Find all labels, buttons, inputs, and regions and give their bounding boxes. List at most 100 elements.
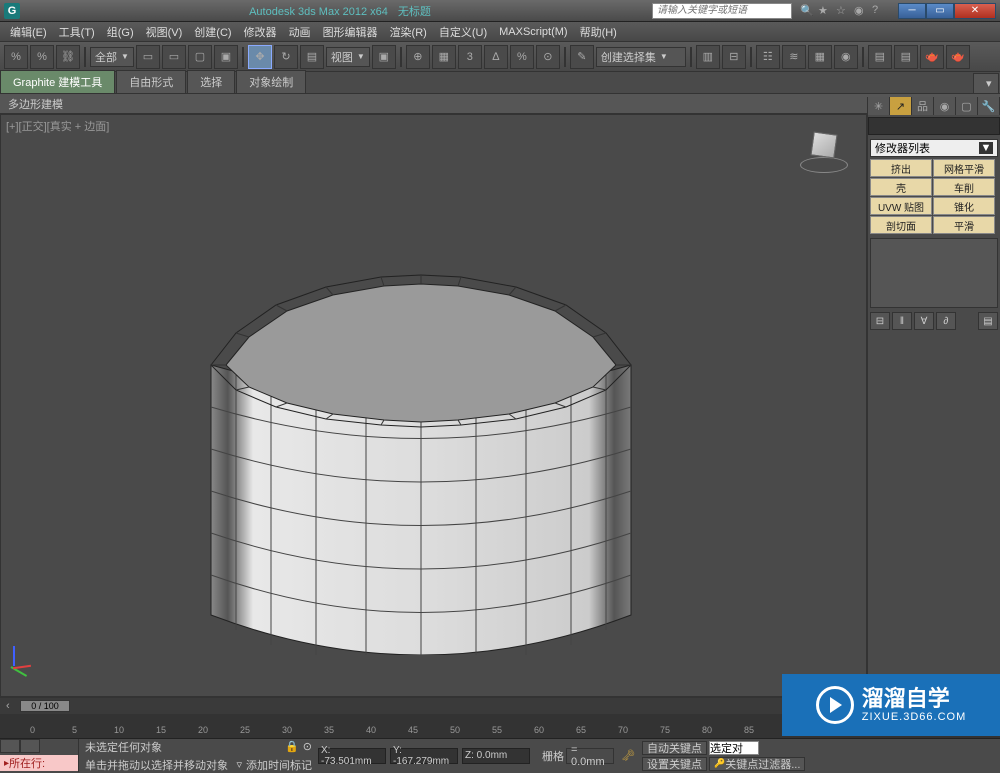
refcoord-dropdown[interactable]: 视图▼ <box>326 47 370 67</box>
keyfilter-button[interactable]: 🔑 关键点过滤器... <box>709 757 805 771</box>
render-setup-tool[interactable]: ▤ <box>868 45 892 69</box>
modify-panel-tab[interactable]: ↗ <box>890 97 912 115</box>
unique-button[interactable]: ∀ <box>914 312 934 330</box>
mirror-tool[interactable]: ▥ <box>696 45 720 69</box>
mod-smooth[interactable]: 平滑 <box>933 216 995 234</box>
mod-taper[interactable]: 锥化 <box>933 197 995 215</box>
isolation-icon[interactable]: ⊙ <box>303 740 312 753</box>
tab-graphite[interactable]: Graphite 建模工具 <box>0 70 115 93</box>
menu-group[interactable]: 组(G) <box>101 22 140 42</box>
renderframe-tool[interactable]: ▤ <box>894 45 918 69</box>
tab-selection[interactable]: 选择 <box>187 70 235 93</box>
render-tool[interactable]: 🫖 <box>920 45 944 69</box>
menu-tools[interactable]: 工具(T) <box>53 22 101 42</box>
snap-tool[interactable]: 3 <box>458 45 482 69</box>
utilities-panel-tab[interactable]: 🔧 <box>978 97 1000 115</box>
layers-tool[interactable]: ☷ <box>756 45 780 69</box>
menu-view[interactable]: 视图(V) <box>140 22 189 42</box>
mod-meshsmooth[interactable]: 网格平滑 <box>933 159 995 177</box>
tab-objectpaint[interactable]: 对象绘制 <box>236 70 306 93</box>
keyboard-tool[interactable]: ▦ <box>432 45 456 69</box>
add-time-tag[interactable]: 添加时间标记 <box>246 757 312 773</box>
manipulate-tool[interactable]: ⊕ <box>406 45 430 69</box>
keyfilter-selset[interactable] <box>709 741 759 755</box>
align-tool[interactable]: ⊟ <box>722 45 746 69</box>
menu-customize[interactable]: 自定义(U) <box>433 22 493 42</box>
lock-icon[interactable]: 🔒 <box>285 740 299 753</box>
modifier-stack[interactable] <box>870 238 998 308</box>
menu-animation[interactable]: 动画 <box>283 22 317 42</box>
macro-recorder-label[interactable]: ▸ 所在行: <box>0 755 78 771</box>
angle-snap-tool[interactable]: ∆ <box>484 45 508 69</box>
create-panel-tab[interactable]: ✳ <box>868 97 890 115</box>
star-icon[interactable]: ☆ <box>836 4 850 18</box>
material-tool[interactable]: ◉ <box>834 45 858 69</box>
menu-maxscript[interactable]: MAXScript(M) <box>493 24 573 40</box>
x-coord-input[interactable]: X: -73.501mm <box>318 748 386 764</box>
spinner-snap-tool[interactable]: ⊙ <box>536 45 560 69</box>
mod-lathe[interactable]: 车削 <box>933 178 995 196</box>
unlink-tool[interactable]: % <box>30 45 54 69</box>
menu-help[interactable]: 帮助(H) <box>574 22 623 42</box>
select-tool[interactable]: ▭ <box>136 45 160 69</box>
time-tag-icon[interactable]: ▿ <box>236 758 242 771</box>
autokey-button[interactable]: 自动关键点 <box>642 741 707 755</box>
globe-icon[interactable]: ◉ <box>854 4 868 18</box>
search-icon[interactable]: 🔍 <box>800 4 814 18</box>
select-name-tool[interactable]: ▭ <box>162 45 186 69</box>
favorite-icon[interactable]: ★ <box>818 4 832 18</box>
time-slider[interactable]: 0 / 100 <box>20 700 70 712</box>
selection-filter-dropdown[interactable]: 全部▼ <box>90 47 134 67</box>
move-tool[interactable]: ✥ <box>248 45 272 69</box>
mod-uvwmap[interactable]: UVW 贴图 <box>870 197 932 215</box>
pivot-tool[interactable]: ▣ <box>372 45 396 69</box>
edit-selset-tool[interactable]: ✎ <box>570 45 594 69</box>
mod-shell[interactable]: 壳 <box>870 178 932 196</box>
mod-slice[interactable]: 剖切面 <box>870 216 932 234</box>
hierarchy-panel-tab[interactable]: 品 <box>912 97 934 115</box>
menu-grapheditors[interactable]: 图形编辑器 <box>317 22 384 42</box>
viewcube[interactable] <box>798 123 850 175</box>
motion-panel-tab[interactable]: ◉ <box>934 97 956 115</box>
z-coord-input[interactable]: Z: 0.0mm <box>462 748 530 764</box>
menu-edit[interactable]: 编辑(E) <box>4 22 53 42</box>
timeline-prev-icon[interactable]: ‹ <box>6 700 20 712</box>
window-crossing-tool[interactable]: ▣ <box>214 45 238 69</box>
curveeditor-tool[interactable]: ≋ <box>782 45 806 69</box>
maximize-button[interactable]: ▭ <box>926 3 954 19</box>
pin-stack-button[interactable]: ⊟ <box>870 312 890 330</box>
display-panel-tab[interactable]: ▢ <box>956 97 978 115</box>
schematic-tool[interactable]: ▦ <box>808 45 832 69</box>
setkey-button[interactable]: 设置关键点 <box>642 757 707 771</box>
percent-snap-tool[interactable]: % <box>510 45 534 69</box>
close-button[interactable]: ✕ <box>954 3 996 19</box>
configure-sets-button[interactable]: ▤ <box>978 312 998 330</box>
render-prod-tool[interactable]: 🫖 <box>946 45 970 69</box>
ribbon-collapse[interactable]: ▾ <box>973 73 999 93</box>
help-icon[interactable]: ? <box>872 4 886 18</box>
minimize-button[interactable]: ─ <box>898 3 926 19</box>
bind-tool[interactable]: ⛓ <box>56 45 80 69</box>
named-selset-dropdown[interactable]: 创建选择集▼ <box>596 47 686 67</box>
link-tool[interactable]: % <box>4 45 28 69</box>
mod-extrude[interactable]: 挤出 <box>870 159 932 177</box>
key-icon[interactable]: 🗝 <box>620 748 636 764</box>
app-icon[interactable]: G <box>4 3 20 19</box>
tab-freeform[interactable]: 自由形式 <box>116 70 186 93</box>
modifier-list-dropdown[interactable]: 修改器列表▼ <box>870 139 998 157</box>
script-mini-listener[interactable] <box>0 739 20 753</box>
rotate-tool[interactable]: ↻ <box>274 45 298 69</box>
ribbon-body-label[interactable]: 多边形建模 <box>8 96 63 112</box>
menu-rendering[interactable]: 渲染(R) <box>384 22 433 42</box>
remove-mod-button[interactable]: ∂ <box>936 312 956 330</box>
menu-modifiers[interactable]: 修改器 <box>238 22 283 42</box>
scale-tool[interactable]: ▤ <box>300 45 324 69</box>
menu-create[interactable]: 创建(C) <box>188 22 237 42</box>
select-region-tool[interactable]: ▢ <box>188 45 212 69</box>
y-coord-input[interactable]: Y: -167.279mm <box>390 748 458 764</box>
viewport-label[interactable]: [+][正交][真实 + 边面] <box>6 118 109 134</box>
script-open-button[interactable] <box>20 739 40 753</box>
help-search-input[interactable] <box>652 3 792 19</box>
object-name-input[interactable] <box>868 117 1000 135</box>
showresult-button[interactable]: ‖ <box>892 312 912 330</box>
